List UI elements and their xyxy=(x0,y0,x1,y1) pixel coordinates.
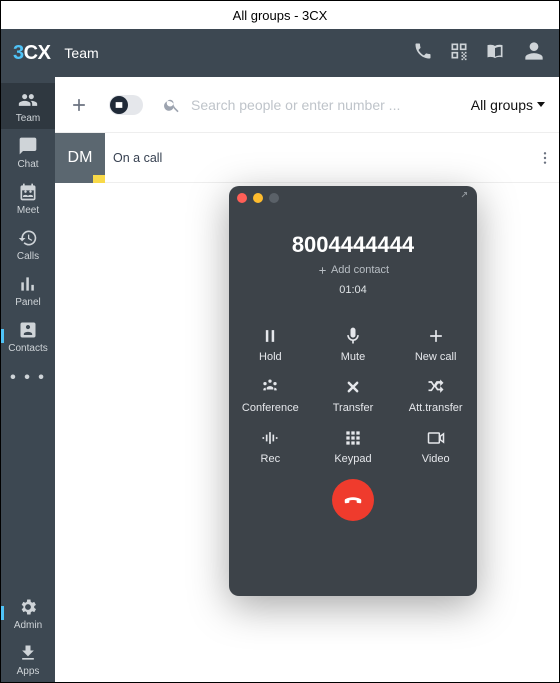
avatar: DM xyxy=(55,133,105,183)
call-popup-window: 8004444444 Add contact 01:04 Hold Mute N… xyxy=(229,186,477,596)
id-card-icon xyxy=(114,100,124,110)
sidebar-item-panel[interactable]: Panel xyxy=(1,267,55,313)
call-popup-titlebar xyxy=(229,186,477,210)
search-field xyxy=(163,96,459,114)
call-action-label: Video xyxy=(422,453,450,465)
sidebar-more-button[interactable]: • • • xyxy=(1,359,55,391)
video-button[interactable]: Video xyxy=(394,428,477,465)
plus-icon xyxy=(69,95,89,115)
download-icon xyxy=(18,643,38,663)
calendar-people-icon xyxy=(18,182,38,202)
user-avatar-icon[interactable] xyxy=(521,38,547,69)
call-action-label: Conference xyxy=(242,402,299,414)
microphone-icon xyxy=(343,326,363,346)
sidebar-item-contacts[interactable]: Contacts xyxy=(1,313,55,359)
sidebar-item-apps[interactable]: Apps xyxy=(1,636,55,682)
sidebar-item-chat[interactable]: Chat xyxy=(1,129,55,175)
pause-icon xyxy=(260,326,280,346)
history-icon xyxy=(18,228,38,248)
list-item[interactable]: DM On a call xyxy=(55,133,559,183)
sidebar-item-meet[interactable]: Meet xyxy=(1,175,55,221)
plus-icon xyxy=(317,265,328,276)
call-action-label: Rec xyxy=(261,453,281,465)
call-action-label: New call xyxy=(415,351,457,363)
add-contact-label: Add contact xyxy=(331,264,389,276)
sidebar-item-label: Calls xyxy=(17,251,39,262)
call-action-label: Mute xyxy=(341,351,365,363)
status-indicator-busy xyxy=(93,175,105,183)
sidebar-item-label: Meet xyxy=(17,205,39,216)
call-actions-grid: Hold Mute New call Conference Transfer A… xyxy=(229,326,477,465)
sidebar-item-label: Contacts xyxy=(8,343,47,354)
transfer-button[interactable]: Transfer xyxy=(312,377,395,414)
avatar-initials: DM xyxy=(68,149,93,167)
call-action-label: Transfer xyxy=(333,402,374,414)
chat-icon xyxy=(18,136,38,156)
chevron-down-icon xyxy=(537,102,545,107)
app-header: 3CX Team xyxy=(1,29,559,77)
add-button[interactable] xyxy=(59,85,99,125)
sidebar-item-label: Admin xyxy=(14,620,42,631)
call-action-label: Keypad xyxy=(334,453,371,465)
sidebar-item-label: Chat xyxy=(17,159,38,170)
sidebar-item-team[interactable]: Team xyxy=(1,83,55,129)
contacts-icon xyxy=(18,320,38,340)
sidebar-item-label: Apps xyxy=(17,666,40,677)
app-window: All groups - 3CX 3CX Team Team C xyxy=(0,0,560,683)
add-contact-button[interactable]: Add contact xyxy=(229,264,477,276)
phone-hangup-icon xyxy=(342,489,364,511)
transfer-arrows-icon xyxy=(343,377,363,397)
video-icon xyxy=(426,428,446,448)
traffic-light-zoom[interactable] xyxy=(269,193,279,203)
sidebar-item-label: Panel xyxy=(15,297,41,308)
keypad-button[interactable]: Keypad xyxy=(312,428,395,465)
logo-3cx: 3CX xyxy=(13,42,50,65)
header-section-title: Team xyxy=(64,45,98,61)
new-call-button[interactable]: New call xyxy=(394,326,477,363)
people-icon xyxy=(18,90,38,110)
waveform-icon xyxy=(260,428,280,448)
phone-icon[interactable] xyxy=(413,41,433,66)
sidebar-item-admin[interactable]: Admin xyxy=(1,590,55,636)
traffic-light-close[interactable] xyxy=(237,193,247,203)
record-button[interactable]: Rec xyxy=(229,428,312,465)
gear-icon xyxy=(18,597,38,617)
conference-icon xyxy=(260,377,280,397)
traffic-light-minimize[interactable] xyxy=(253,193,263,203)
sidebar-item-calls[interactable]: Calls xyxy=(1,221,55,267)
mute-button[interactable]: Mute xyxy=(312,326,395,363)
row-more-button[interactable] xyxy=(531,133,559,182)
group-selector-label: All groups xyxy=(471,97,533,113)
window-title: All groups - 3CX xyxy=(233,8,328,23)
search-input[interactable] xyxy=(191,97,459,113)
more-vertical-icon xyxy=(537,150,553,166)
qr-icon[interactable] xyxy=(449,41,469,66)
plus-icon xyxy=(426,326,446,346)
sidebar-nav: Team Chat Meet Calls Panel xyxy=(1,77,55,682)
shuffle-icon xyxy=(426,377,446,397)
window-titlebar: All groups - 3CX xyxy=(1,1,559,29)
bars-icon xyxy=(18,274,38,294)
hangup-button[interactable] xyxy=(332,479,374,521)
hold-button[interactable]: Hold xyxy=(229,326,312,363)
popout-icon[interactable] xyxy=(457,189,469,207)
group-selector[interactable]: All groups xyxy=(467,97,549,113)
header-icon-row xyxy=(413,38,547,69)
search-icon xyxy=(163,96,181,114)
view-toggle[interactable] xyxy=(109,95,143,115)
dialpad-icon xyxy=(343,428,363,448)
book-icon[interactable] xyxy=(485,41,505,66)
toolbar: All groups xyxy=(55,77,559,133)
call-action-label: Hold xyxy=(259,351,282,363)
conference-button[interactable]: Conference xyxy=(229,377,312,414)
call-action-label: Att.transfer xyxy=(409,402,463,414)
att-transfer-button[interactable]: Att.transfer xyxy=(394,377,477,414)
call-number-display: 8004444444 xyxy=(229,232,477,258)
sidebar-item-label: Team xyxy=(16,113,40,124)
contact-status-text: On a call xyxy=(105,133,531,182)
call-duration: 01:04 xyxy=(229,284,477,296)
